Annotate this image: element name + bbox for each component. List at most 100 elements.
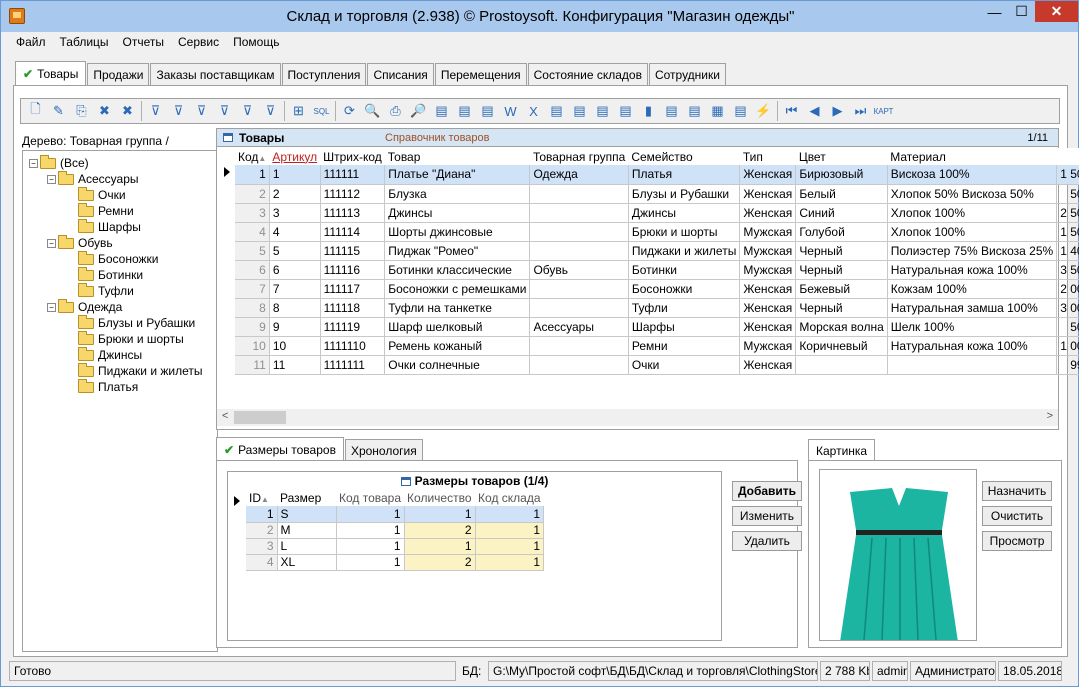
column-header[interactable]: ID▲ — [246, 489, 277, 506]
tree-item[interactable]: − Асессуары — [47, 170, 139, 187]
table-cell[interactable]: Хлопок 100% — [887, 222, 1058, 242]
close-button[interactable]: ✕ — [1035, 1, 1078, 22]
table-cell[interactable]: Женская — [739, 203, 797, 223]
table-cell[interactable]: 1 — [336, 522, 405, 539]
column-header[interactable]: Артикул — [269, 148, 321, 165]
table-cell[interactable]: 111119 — [320, 317, 386, 337]
table-cell[interactable]: 9 — [235, 317, 270, 337]
table-cell[interactable]: Одежда — [529, 165, 629, 185]
table-cell[interactable]: XL — [277, 554, 337, 571]
column-header[interactable]: Код товара — [336, 489, 405, 506]
table-cell[interactable]: Черный — [795, 260, 888, 280]
table-cell[interactable]: 111112 — [320, 184, 386, 204]
tab-picture[interactable]: Картинка — [808, 439, 876, 461]
table-cell[interactable]: Очки — [628, 355, 741, 375]
table-row[interactable]: 3 3 111113 Джинсы Джинсы Женская Синий Хлопок 1… — [235, 203, 1079, 223]
tree-item[interactable]: Шарфы — [65, 218, 141, 235]
report3-icon[interactable]: ▤ — [729, 100, 752, 122]
first-record-icon[interactable]: ⏮ — [780, 100, 803, 122]
table-cell[interactable]: 2 000,00 — [1056, 279, 1079, 299]
filter-icon[interactable]: ⊽ — [144, 100, 167, 122]
export-icon[interactable]: ▤ — [430, 100, 453, 122]
table-cell[interactable]: Женская — [739, 279, 797, 299]
scroll-left-icon[interactable]: < — [222, 410, 228, 422]
collapse-icon[interactable]: − — [47, 238, 56, 248]
table-cell[interactable]: 1 — [336, 554, 405, 571]
table-row[interactable]: 6 6 111116 Ботинки классические Обувь Ботинки… — [235, 260, 1079, 280]
table-cell[interactable] — [529, 203, 629, 223]
sql-icon[interactable]: SQL — [310, 100, 333, 122]
table-cell[interactable]: 1 — [475, 506, 545, 523]
table-cell[interactable]: Блузы и Рубашки — [628, 184, 741, 204]
chart-icon[interactable]: ▮ — [637, 100, 660, 122]
table-cell[interactable]: 5 — [269, 241, 321, 261]
table-cell[interactable]: 3 500,00 — [1056, 260, 1079, 280]
menu-service[interactable]: Сервис — [171, 35, 226, 49]
table-cell[interactable]: 6 — [235, 260, 270, 280]
table-cell[interactable]: 1 — [336, 538, 405, 555]
table-cell[interactable]: 2 — [404, 522, 476, 539]
table-cell[interactable]: 1 000,00 — [1056, 336, 1079, 356]
table-cell[interactable] — [529, 355, 629, 375]
table-cell[interactable]: Морская волна — [795, 317, 888, 337]
lightning-icon[interactable]: ⚡ — [752, 100, 775, 122]
table-cell[interactable]: Бежевый — [795, 279, 888, 299]
table-cell[interactable]: 1 — [475, 554, 545, 571]
table-cell[interactable]: 111111 — [320, 165, 386, 185]
tab-transfers[interactable]: Перемещения — [434, 63, 527, 85]
maximize-button[interactable]: ☐ — [1008, 1, 1035, 22]
new-doc-icon[interactable]: 🗋 — [24, 100, 47, 122]
table-row[interactable]: 4 XL 1 2 1 — [246, 554, 545, 571]
table-cell[interactable]: L — [277, 538, 337, 555]
table-cell[interactable]: 1 — [235, 165, 270, 185]
table-cell[interactable]: 1 — [475, 522, 545, 539]
table-cell[interactable]: 1 — [269, 165, 321, 185]
table-cell[interactable]: 1 500,00 — [1056, 165, 1079, 185]
export3-icon[interactable]: ▤ — [476, 100, 499, 122]
find-icon[interactable]: 🔍 — [361, 100, 384, 122]
table-cell[interactable]: Черный — [795, 298, 888, 318]
table-cell[interactable]: Женская — [739, 165, 797, 185]
table-cell[interactable]: 111117 — [320, 279, 386, 299]
table-cell[interactable] — [529, 222, 629, 242]
filter-advanced-icon[interactable]: ⊽ — [236, 100, 259, 122]
table-cell[interactable]: Босоножки с ремешками — [384, 279, 531, 299]
tree-item[interactable]: Очки — [65, 186, 126, 203]
menu-help[interactable]: Помощь — [226, 35, 286, 49]
table-cell[interactable]: 2 500,00 — [1056, 203, 1079, 223]
tab-warehouse-state[interactable]: Состояние складов — [527, 63, 648, 85]
table-cell[interactable]: 2 — [246, 522, 278, 539]
tab-goods[interactable]: ✔ Товары — [15, 61, 87, 85]
scroll-right-icon[interactable]: > — [1047, 410, 1053, 422]
table-cell[interactable]: Брюки и шорты — [628, 222, 741, 242]
table-cell[interactable]: Женская — [739, 355, 797, 375]
tree-item[interactable]: Джинсы — [65, 346, 142, 363]
table-cell[interactable]: 1111111 — [320, 355, 386, 375]
table-cell[interactable]: Женская — [739, 317, 797, 337]
table-row[interactable]: 7 7 111117 Босоножки с ремешками Босоножки Же… — [235, 279, 1079, 299]
view-button[interactable]: Просмотр — [982, 531, 1052, 551]
table-cell[interactable]: 10 — [235, 336, 270, 356]
table-cell[interactable]: Ботинки классические — [384, 260, 531, 280]
table-cell[interactable]: 10 — [269, 336, 321, 356]
tree-item[interactable]: Пиджаки и жилеты — [65, 362, 202, 379]
horizontal-scrollbar[interactable]: < > — [217, 409, 1058, 426]
table-cell[interactable]: Мужская — [739, 336, 797, 356]
column-header[interactable]: Количество — [404, 489, 476, 506]
table-cell[interactable]: 500,00 — [1056, 317, 1079, 337]
table-cell[interactable] — [887, 355, 1058, 375]
column-header[interactable]: Цвет — [795, 148, 888, 165]
table-cell[interactable]: 2 — [404, 554, 476, 571]
table-cell[interactable]: 11 — [235, 355, 270, 375]
table-cell[interactable]: 1 — [336, 506, 405, 523]
table-cell[interactable]: 1 400,00 — [1056, 241, 1079, 261]
export2-icon[interactable]: ▤ — [453, 100, 476, 122]
table-row[interactable]: 1 1 111111 Платье "Диана" Одежда Платья Женска… — [235, 165, 1079, 185]
table-cell[interactable]: Пиджак "Ромео" — [384, 241, 531, 261]
next-record-icon[interactable]: ▶ — [826, 100, 849, 122]
table-cell[interactable]: 3 — [269, 203, 321, 223]
report-icon[interactable]: ▤ — [660, 100, 683, 122]
delete-button[interactable]: Удалить — [732, 531, 802, 551]
menu-reports[interactable]: Отчеты — [116, 35, 171, 49]
table-cell[interactable]: Асессуары — [529, 317, 629, 337]
